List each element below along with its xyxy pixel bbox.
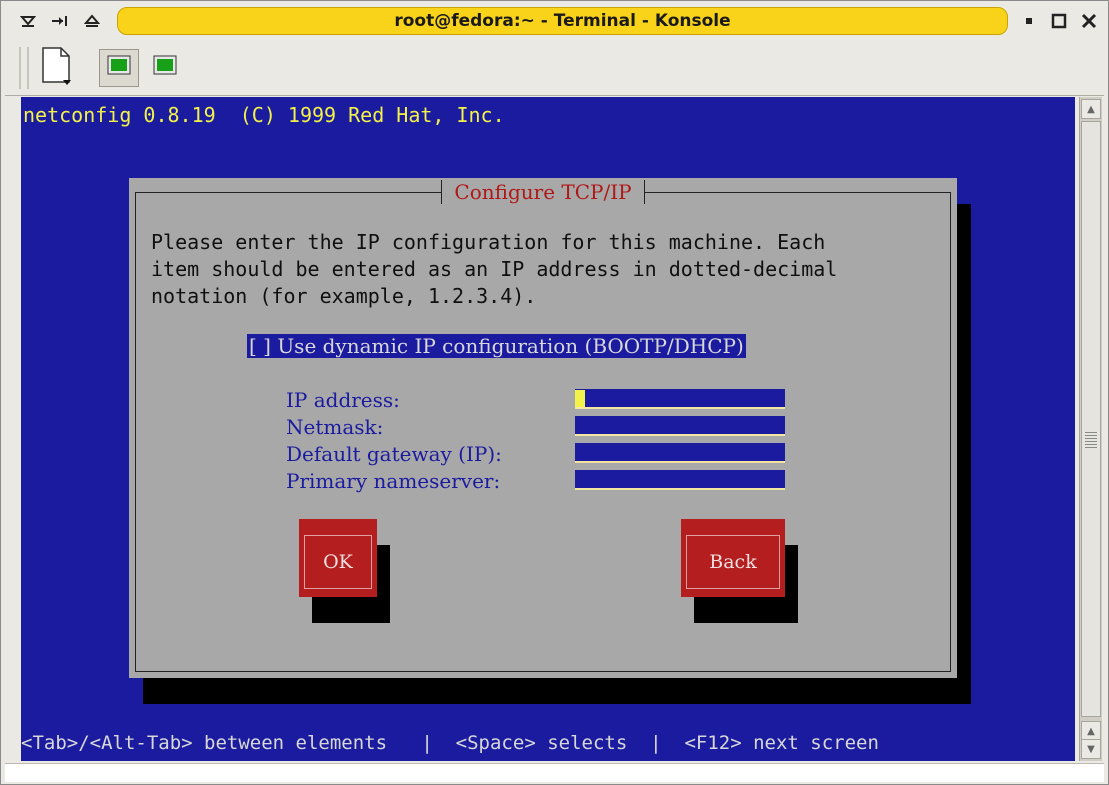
ip-address-label: IP address: <box>286 388 400 412</box>
ok-button[interactable]: OK <box>299 519 377 597</box>
description-line: Please enter the IP configuration for th… <box>151 230 826 254</box>
netmask-label: Netmask: <box>286 415 384 439</box>
toolbar-grip[interactable] <box>19 47 29 89</box>
sticky-icon[interactable] <box>51 12 69 30</box>
terminal-icon <box>107 55 131 81</box>
toolbar <box>5 41 1104 96</box>
title-bar-left-buttons <box>5 5 113 37</box>
session-1-button[interactable] <box>99 49 139 87</box>
title-bar[interactable]: root@fedora:~ - Terminal - Konsole <box>5 5 1104 37</box>
terminal-icon <box>153 55 177 81</box>
session-2-button[interactable] <box>145 49 185 87</box>
maximize-icon[interactable] <box>1050 12 1068 30</box>
configure-tcpip-dialog: Configure TCP/IP Please enter the IP con… <box>129 178 957 678</box>
back-button[interactable]: Back <box>681 519 785 597</box>
terminal-scrollbar[interactable]: ▲ ▲ ▼ <box>1079 97 1102 761</box>
back-button-label: Back <box>686 535 780 589</box>
description-line: notation (for example, 1.2.3.4). <box>151 284 537 308</box>
window-title: root@fedora:~ - Terminal - Konsole <box>117 7 1008 35</box>
minimize-icon[interactable] <box>1020 12 1038 30</box>
menu-icon[interactable] <box>19 12 37 30</box>
default-gateway-field[interactable] <box>575 443 785 463</box>
default-gateway-label: Default gateway (IP): <box>286 442 502 466</box>
key-help-status-line: <Tab>/<Alt-Tab> between elements | <Spac… <box>21 732 879 754</box>
ip-address-field[interactable] <box>575 389 785 409</box>
close-icon[interactable] <box>1080 12 1098 30</box>
scroll-down-arrow-icon[interactable]: ▼ <box>1081 739 1101 759</box>
scroll-up-arrow-icon[interactable]: ▲ <box>1081 721 1101 741</box>
shade-icon[interactable] <box>83 12 101 30</box>
title-bar-right-buttons <box>1014 5 1104 37</box>
text-cursor <box>575 390 585 407</box>
terminal-screen[interactable]: netconfig 0.8.19 (C) 1999 Red Hat, Inc. … <box>21 97 1075 761</box>
ok-button-label: OK <box>304 535 372 589</box>
window-bottom-border <box>5 763 1104 782</box>
konsole-window: root@fedora:~ - Terminal - Konsole netco… <box>0 0 1109 785</box>
netconfig-header: netconfig 0.8.19 (C) 1999 Red Hat, Inc. <box>23 103 505 127</box>
scroll-up-arrow-icon[interactable]: ▲ <box>1081 99 1101 119</box>
new-document-icon <box>39 46 73 90</box>
netmask-field[interactable] <box>575 416 785 436</box>
primary-nameserver-label: Primary nameserver: <box>286 469 501 493</box>
scrollbar-thumb[interactable] <box>1081 121 1101 717</box>
description-line: item should be entered as an IP address … <box>151 257 838 281</box>
dhcp-checkbox[interactable]: [ ] Use dynamic IP configuration (BOOTP/… <box>247 334 746 358</box>
scrollbar-grip <box>1085 432 1097 450</box>
dialog-title: Configure TCP/IP <box>441 180 645 204</box>
new-session-button[interactable] <box>35 46 77 90</box>
primary-nameserver-field[interactable] <box>575 470 785 490</box>
